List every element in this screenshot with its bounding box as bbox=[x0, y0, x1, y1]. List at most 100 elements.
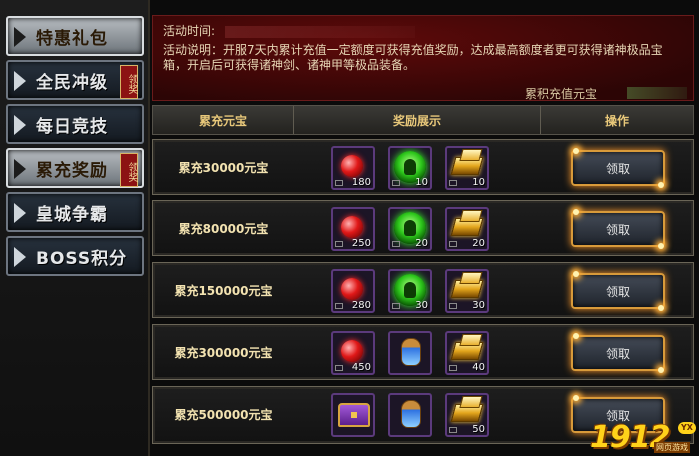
reward-slot[interactable] bbox=[388, 331, 432, 375]
claim-button[interactable]: 领取 bbox=[571, 211, 665, 247]
arrow-icon bbox=[14, 159, 26, 179]
activity-time-value bbox=[224, 25, 415, 38]
activity-time-label: 活动时间: bbox=[163, 24, 216, 38]
sidebar-item-label: 每日竞技 bbox=[36, 116, 108, 137]
sparkle-icon bbox=[658, 182, 664, 188]
reward-slot[interactable]: 20 bbox=[388, 207, 432, 251]
claim-button[interactable]: 领取 bbox=[571, 150, 665, 186]
gold-bar-icon bbox=[450, 280, 484, 298]
gold-bar-icon bbox=[450, 342, 484, 360]
site-watermark: 1912 YX 网页游戏 bbox=[590, 420, 698, 455]
bag-icon bbox=[335, 180, 343, 186]
reward-qty: 30 bbox=[472, 300, 485, 311]
gold-bar-icon bbox=[450, 404, 484, 422]
sparkle-icon bbox=[658, 243, 664, 249]
sparkle-icon bbox=[658, 305, 664, 311]
watermark-site: 网页游戏 bbox=[654, 442, 690, 453]
reward-qty: 280 bbox=[351, 300, 371, 311]
bag-icon bbox=[449, 365, 457, 371]
bag-icon bbox=[335, 303, 343, 309]
sidebar-item-boss-points[interactable]: BOSS积分 bbox=[6, 236, 144, 276]
sidebar-item-label: 特惠礼包 bbox=[36, 28, 108, 49]
reward-qty: 20 bbox=[415, 238, 428, 249]
reward-slot[interactable]: 50 bbox=[445, 393, 489, 437]
treasure-chest-icon bbox=[338, 403, 370, 427]
tier-label: 累充300000元宝 bbox=[174, 345, 273, 360]
bag-icon bbox=[449, 303, 457, 309]
ruby-gem-icon bbox=[341, 340, 363, 362]
activity-description: 活动说明：开服7天内累计充值一定额度可获得充值奖励，达成最高额度者更可获得诸神极… bbox=[163, 43, 663, 72]
reward-slot[interactable]: 180 bbox=[331, 146, 375, 190]
bag-icon bbox=[449, 427, 457, 433]
tier-label: 累充500000元宝 bbox=[174, 407, 273, 422]
reward-slot[interactable]: 30 bbox=[445, 269, 489, 313]
bag-icon bbox=[392, 303, 400, 309]
sparkle-icon bbox=[573, 271, 579, 277]
reward-slot[interactable]: 10 bbox=[445, 146, 489, 190]
sparkle-icon bbox=[573, 333, 579, 339]
reward-qty: 40 bbox=[472, 362, 485, 373]
reward-slot[interactable]: 30 bbox=[388, 269, 432, 313]
reward-qty: 30 bbox=[415, 300, 428, 311]
sidebar-item-level-rush[interactable]: 全民冲级 领奖 bbox=[6, 60, 144, 100]
bag-icon bbox=[449, 241, 457, 247]
bag-icon bbox=[449, 180, 457, 186]
ruby-gem-icon bbox=[341, 216, 363, 238]
gold-bar-icon bbox=[450, 218, 484, 236]
reward-slot[interactable]: 20 bbox=[445, 207, 489, 251]
table-row: 累充80000元宝 250 20 20 领取 bbox=[152, 200, 694, 256]
reward-qty: 450 bbox=[351, 362, 371, 373]
table-row: 累充300000元宝 450 40 领取 bbox=[152, 324, 694, 380]
sidebar-item-label: 累充奖励 bbox=[36, 160, 108, 181]
gold-bar-icon bbox=[450, 157, 484, 175]
sidebar-item-city-battle[interactable]: 皇城争霸 bbox=[6, 192, 144, 232]
column-header-rewards: 奖励展示 bbox=[294, 106, 541, 134]
potion-jar-icon bbox=[401, 338, 421, 366]
claim-button[interactable]: 领取 bbox=[571, 273, 665, 309]
reward-slot[interactable] bbox=[388, 393, 432, 437]
arrow-icon bbox=[14, 115, 26, 135]
sidebar: 特惠礼包 全民冲级 领奖 每日竞技 累充奖励 领奖 皇城争霸 BOSS积分 bbox=[0, 0, 150, 456]
bag-icon bbox=[392, 180, 400, 186]
total-recharge-label: 累积充值元宝 bbox=[525, 87, 598, 101]
table-row: 累充150000元宝 280 30 30 领取 bbox=[152, 262, 694, 318]
ruby-gem-icon bbox=[341, 155, 363, 177]
reward-qty: 20 bbox=[472, 238, 485, 249]
reward-qty: 250 bbox=[351, 238, 371, 249]
sparkle-icon bbox=[658, 367, 664, 373]
reward-qty: 180 bbox=[351, 177, 371, 188]
activity-info-panel: 活动时间: 活动说明：开服7天内累计充值一定额度可获得充值奖励，达成最高额度者更… bbox=[152, 15, 694, 101]
claim-badge: 领奖 bbox=[120, 65, 138, 99]
reward-slot[interactable]: 250 bbox=[331, 207, 375, 251]
claim-button[interactable]: 领取 bbox=[571, 335, 665, 371]
sidebar-item-label: 全民冲级 bbox=[36, 72, 108, 93]
reward-slot[interactable] bbox=[331, 393, 375, 437]
reward-slot[interactable]: 280 bbox=[331, 269, 375, 313]
tier-label: 累充30000元宝 bbox=[178, 160, 269, 175]
sidebar-item-label: BOSS积分 bbox=[36, 248, 128, 269]
sidebar-item-recharge-reward[interactable]: 累充奖励 领奖 bbox=[6, 148, 144, 188]
total-recharge-value bbox=[627, 87, 687, 99]
reward-qty: 10 bbox=[415, 177, 428, 188]
bag-icon bbox=[335, 241, 343, 247]
tier-label: 累充80000元宝 bbox=[178, 221, 269, 236]
reward-qty: 50 bbox=[472, 424, 485, 435]
arrow-icon bbox=[14, 247, 26, 267]
reward-qty: 10 bbox=[472, 177, 485, 188]
sidebar-item-special-gift[interactable]: 特惠礼包 bbox=[6, 16, 144, 56]
watermark-tag: YX bbox=[678, 422, 696, 434]
activity-time-row: 活动时间: bbox=[163, 24, 683, 39]
sparkle-icon bbox=[573, 395, 579, 401]
reward-slot[interactable]: 450 bbox=[331, 331, 375, 375]
sparkle-icon bbox=[573, 209, 579, 215]
table-header: 累充元宝 奖励展示 操作 bbox=[152, 105, 694, 135]
reward-slot[interactable]: 40 bbox=[445, 331, 489, 375]
arrow-icon bbox=[14, 71, 26, 91]
reward-slot[interactable]: 10 bbox=[388, 146, 432, 190]
tier-label: 累充150000元宝 bbox=[174, 283, 273, 298]
column-header-action: 操作 bbox=[604, 113, 629, 128]
sidebar-item-label: 皇城争霸 bbox=[36, 204, 108, 225]
sidebar-item-daily-arena[interactable]: 每日竞技 bbox=[6, 104, 144, 144]
arrow-icon bbox=[14, 203, 26, 223]
arrow-icon bbox=[14, 27, 26, 47]
